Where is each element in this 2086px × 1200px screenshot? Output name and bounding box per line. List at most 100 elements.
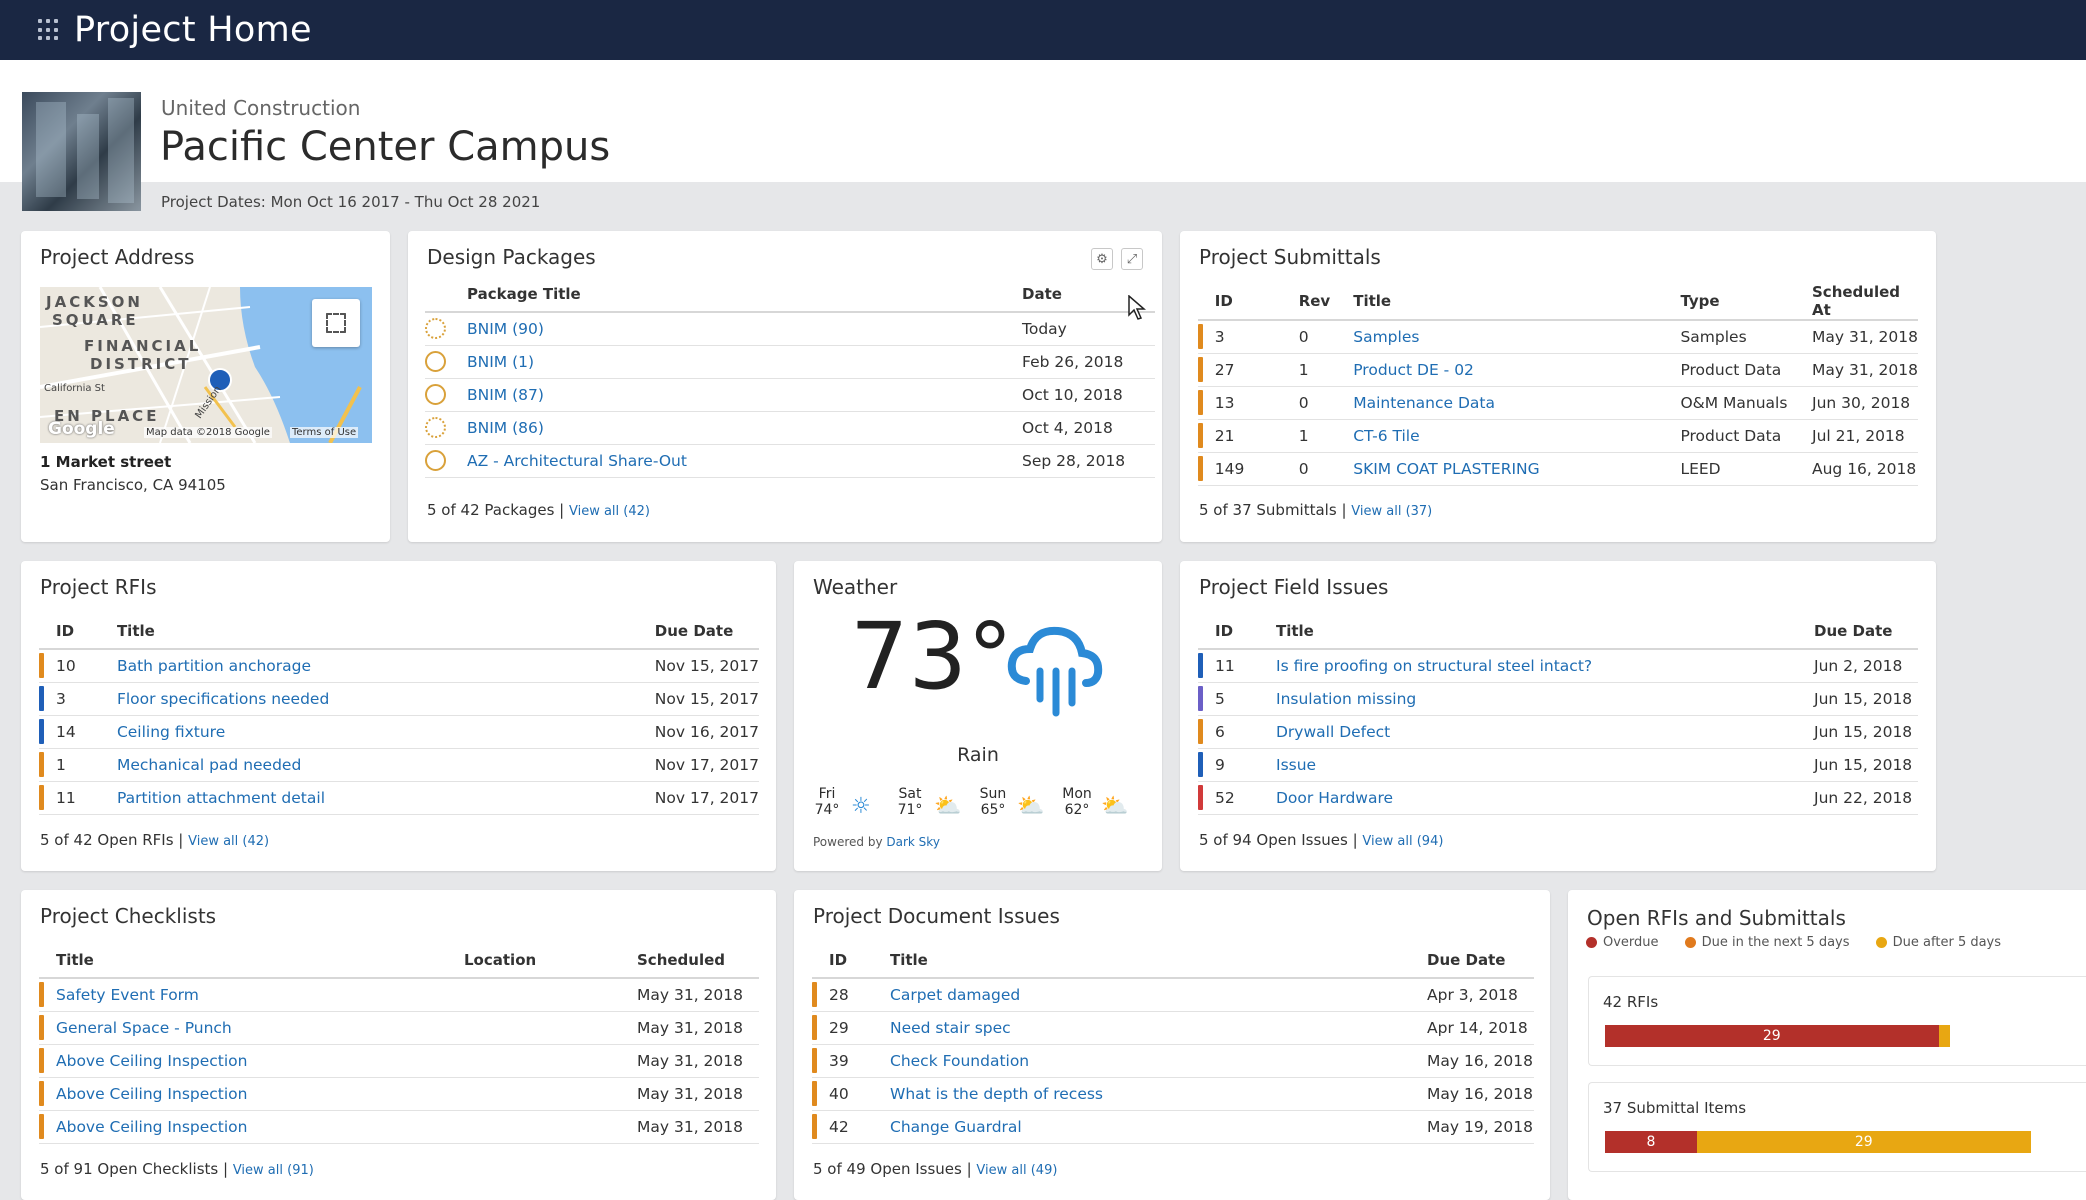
checklist-link[interactable]: Above Ceiling Inspection [56,1118,248,1136]
project-map[interactable]: JACKSON SQUARE FINANCIAL DISTRICT Califo… [40,287,372,443]
row-priority-bar [1198,390,1203,415]
table-row[interactable]: AZ - Architectural Share-Out Sep 28, 2018 [425,444,1155,478]
table-row[interactable]: 9 Issue Jun 15, 2018 [1198,748,1918,782]
id-cell: 42 [829,1110,890,1144]
type-cell: Product Data [1680,419,1812,453]
item-link[interactable]: Insulation missing [1276,690,1416,708]
view-all-link[interactable]: View all (49) [976,1163,1057,1178]
partly-cloudy-icon: ⛅ [934,794,962,819]
row-priority-bar [1198,752,1203,777]
bar-segment[interactable]: 29 [1697,1131,2031,1153]
item-link[interactable]: Ceiling fixture [117,723,225,741]
card-title: Project Checklists [40,904,217,928]
table-row[interactable]: BNIM (90) Today [425,312,1155,346]
table-row[interactable]: 3 Floor specifications needed Nov 15, 2017 [39,682,759,716]
checklist-link[interactable]: General Space - Punch [56,1019,232,1037]
row-priority-bar [39,1048,44,1073]
rfis-bar[interactable]: 29 [1605,1025,2086,1047]
table-row[interactable]: 10 Bath partition anchorage Nov 15, 2017 [39,649,759,683]
bar-segment[interactable]: 29 [1605,1025,1939,1047]
table-row[interactable]: 21 1 CT-6 Tile Product Data Jul 21, 2018 [1198,419,1918,453]
table-row[interactable]: 3 0 Samples Samples May 31, 2018 [1198,320,1918,354]
table-row[interactable]: 27 1 Product DE - 02 Product Data May 31, 20… [1198,353,1918,387]
table-row[interactable]: Above Ceiling Inspection May 31, 2018 [39,1110,759,1144]
fullscreen-button[interactable] [312,299,360,347]
view-all-link[interactable]: View all (91) [233,1163,314,1178]
view-all-link[interactable]: View all (37) [1351,504,1432,519]
forecast-row: Fri 74° ☼ Sat 71° ⛅ Sun 65° ⛅ Mon 62° ⛅ [809,786,1149,826]
table-row[interactable]: BNIM (86) Oct 4, 2018 [425,411,1155,445]
table-row[interactable]: BNIM (87) Oct 10, 2018 [425,378,1155,412]
package-title-cell: BNIM (87) [467,378,1022,412]
package-link[interactable]: BNIM (1) [467,353,534,371]
bar-segment[interactable] [1938,1025,1950,1047]
forecast-day: Sat [898,786,922,802]
package-link[interactable]: BNIM (90) [467,320,544,338]
view-all-link[interactable]: View all (42) [188,834,269,849]
item-link[interactable]: Floor specifications needed [117,690,329,708]
forecast-day: Fri [818,786,836,802]
col-bar [39,613,56,650]
package-link[interactable]: BNIM (87) [467,386,544,404]
table-row[interactable]: Above Ceiling Inspection May 31, 2018 [39,1044,759,1078]
table-row[interactable]: General Space - Punch May 31, 2018 [39,1011,759,1045]
table-row[interactable]: 40 What is the depth of recess May 16, 201… [812,1077,1534,1111]
app-grid-icon[interactable] [38,19,60,41]
item-link[interactable]: Carpet damaged [890,986,1020,1004]
item-link[interactable]: Issue [1276,756,1316,774]
table-row[interactable]: 52 Door Hardware Jun 22, 2018 [1198,781,1918,815]
item-link[interactable]: Need stair spec [890,1019,1011,1037]
submittal-link[interactable]: Product DE - 02 [1353,361,1474,379]
row-priority-cell [812,1044,829,1078]
table-row[interactable]: BNIM (1) Feb 26, 2018 [425,345,1155,379]
type-cell: O&M Manuals [1680,386,1812,420]
item-link[interactable]: Mechanical pad needed [117,756,301,774]
table-row[interactable]: 13 0 Maintenance Data O&M Manuals Jun 30, 20… [1198,386,1918,420]
submittal-link[interactable]: Maintenance Data [1353,394,1495,412]
table-row[interactable]: Above Ceiling Inspection May 31, 2018 [39,1077,759,1111]
item-link[interactable]: Drywall Defect [1276,723,1390,741]
col-title: Title [56,942,464,979]
table-row[interactable]: 28 Carpet damaged Apr 3, 2018 [812,978,1534,1012]
package-link[interactable]: BNIM (86) [467,419,544,437]
col-id: ID [55,613,117,650]
submittal-link[interactable]: SKIM COAT PLASTERING [1353,460,1539,478]
due-date-cell: Jun 15, 2018 [1814,715,1918,749]
map-label-financial: FINANCIAL [84,337,202,355]
item-link[interactable]: Is fire proofing on structural steel int… [1276,657,1592,675]
checklist-link[interactable]: Above Ceiling Inspection [56,1085,248,1103]
row-priority-cell [812,1110,829,1144]
settings-button[interactable]: ⚙ [1091,248,1113,270]
bar-segment[interactable]: 8 [1605,1131,1697,1153]
table-row[interactable]: 29 Need stair spec Apr 14, 2018 [812,1011,1534,1045]
checklist-link[interactable]: Above Ceiling Inspection [56,1052,248,1070]
package-link[interactable]: AZ - Architectural Share-Out [467,452,687,470]
item-link[interactable]: Change Guardral [890,1118,1022,1136]
forecast-sat: Sat 71° ⛅ [892,786,972,819]
map-terms-link[interactable]: Terms of Use [290,427,359,438]
item-link[interactable]: Bath partition anchorage [117,657,311,675]
table-row[interactable]: 11 Partition attachment detail Nov 17, 201… [39,781,759,815]
table-row[interactable]: 149 0 SKIM COAT PLASTERING LEED Aug 16, 2018 [1198,452,1918,486]
item-link[interactable]: Partition attachment detail [117,789,325,807]
col-bar [1198,613,1215,650]
submittals-bar[interactable]: 8 29 [1605,1131,2086,1153]
view-all-link[interactable]: View all (42) [569,504,650,519]
table-row[interactable]: 5 Insulation missing Jun 15, 2018 [1198,682,1918,716]
view-all-link[interactable]: View all (94) [1362,834,1443,849]
table-row[interactable]: 39 Check Foundation May 16, 2018 [812,1044,1534,1078]
item-link[interactable]: Check Foundation [890,1052,1029,1070]
dark-sky-link[interactable]: Dark Sky [886,835,940,849]
submittal-link[interactable]: CT-6 Tile [1353,427,1419,445]
checklist-link[interactable]: Safety Event Form [56,986,199,1004]
table-row[interactable]: 1 Mechanical pad needed Nov 17, 2017 [39,748,759,782]
table-row[interactable]: Safety Event Form May 31, 2018 [39,978,759,1012]
submittal-link[interactable]: Samples [1353,328,1419,346]
table-row[interactable]: 6 Drywall Defect Jun 15, 2018 [1198,715,1918,749]
expand-button[interactable]: ⤢ [1121,248,1143,270]
table-row[interactable]: 14 Ceiling fixture Nov 16, 2017 [39,715,759,749]
table-row[interactable]: 42 Change Guardral May 19, 2018 [812,1110,1534,1144]
table-row[interactable]: 11 Is fire proofing on structural steel i… [1198,649,1918,683]
item-link[interactable]: What is the depth of recess [890,1085,1103,1103]
item-link[interactable]: Door Hardware [1276,789,1393,807]
